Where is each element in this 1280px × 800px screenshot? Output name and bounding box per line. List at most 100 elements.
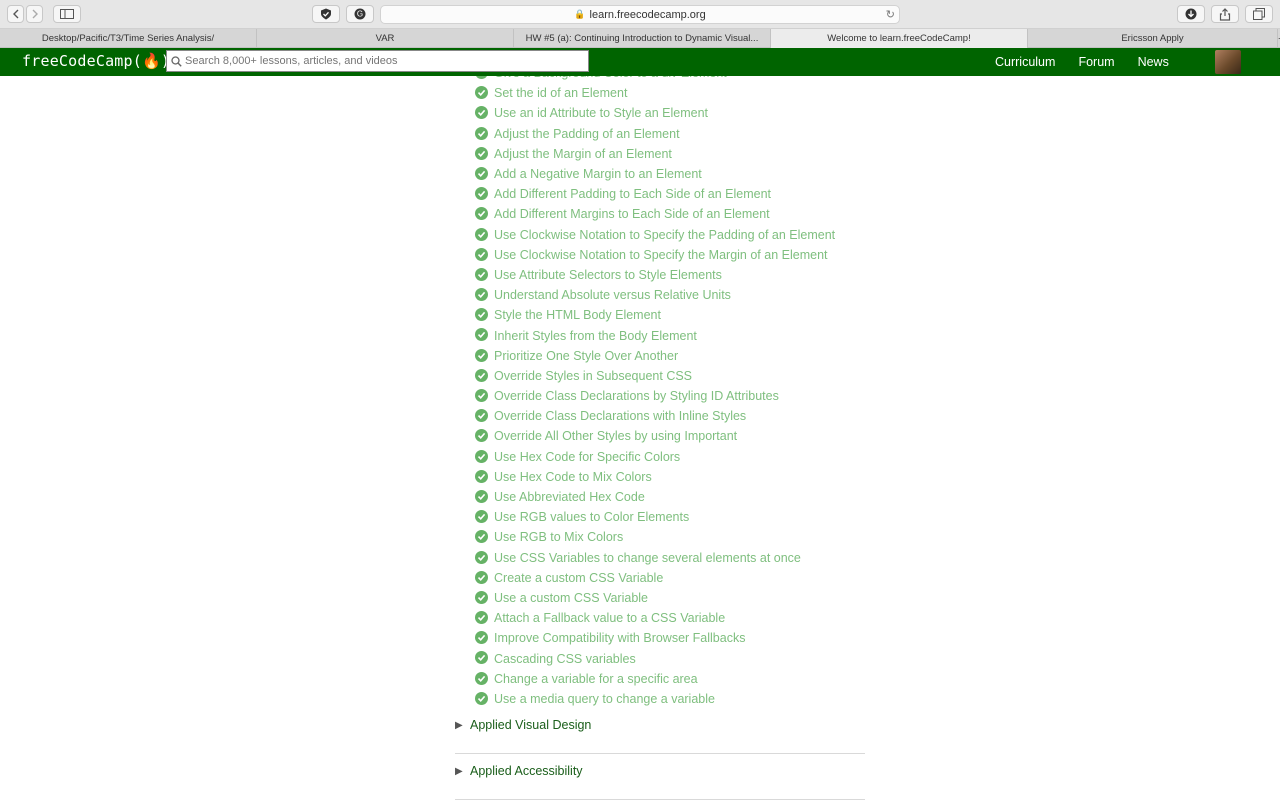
check-circle-icon xyxy=(475,126,488,140)
lesson-item: Set the id of an Element xyxy=(455,83,865,103)
lesson-link[interactable]: Add a Negative Margin to an Element xyxy=(494,167,702,181)
lesson-link[interactable]: Use RGB to Mix Colors xyxy=(494,530,623,544)
lesson-link[interactable]: Use Hex Code for Specific Colors xyxy=(494,450,680,464)
check-circle-icon xyxy=(475,348,488,362)
sidebar-toggle-button[interactable] xyxy=(53,5,81,23)
grammarly-extension-button[interactable]: G xyxy=(346,5,374,23)
lesson-link[interactable]: Use RGB values to Color Elements xyxy=(494,510,689,524)
curriculum-content: Give a Background Color to a div Element… xyxy=(455,76,865,800)
tab-freecodecamp[interactable]: Welcome to learn.freeCodeCamp! xyxy=(771,29,1028,48)
download-icon xyxy=(1185,8,1197,20)
lesson-link[interactable]: Use Clockwise Notation to Specify the Ma… xyxy=(494,248,828,262)
expand-triangle-icon: ▶ xyxy=(455,720,463,731)
reload-icon[interactable]: ↻ xyxy=(886,8,895,21)
tab-label: Ericsson Apply xyxy=(1121,33,1184,44)
back-button[interactable] xyxy=(7,5,24,23)
tab-strip: Desktop/Pacific/T3/Time Series Analysis/… xyxy=(0,29,1280,48)
tab-time-series[interactable]: Desktop/Pacific/T3/Time Series Analysis/ xyxy=(0,29,257,48)
check-circle-icon xyxy=(475,691,488,705)
section-label[interactable]: Applied Accessibility xyxy=(470,764,583,778)
lesson-link[interactable]: Use Abbreviated Hex Code xyxy=(494,490,645,504)
lesson-link[interactable]: Use Hex Code to Mix Colors xyxy=(494,470,652,484)
nav-link-news[interactable]: News xyxy=(1138,55,1169,69)
section-applied-visual-design[interactable]: ▶ Applied Visual Design xyxy=(455,708,865,754)
lesson-link[interactable]: Override Styles in Subsequent CSS xyxy=(494,369,692,383)
share-button[interactable] xyxy=(1211,5,1239,23)
lesson-link[interactable]: Adjust the Padding of an Element xyxy=(494,127,680,141)
check-circle-icon xyxy=(475,368,488,382)
lesson-link[interactable]: Inherit Styles from the Body Element xyxy=(494,329,697,343)
tabs-overview-button[interactable] xyxy=(1245,5,1273,23)
check-circle-icon xyxy=(475,651,488,665)
nav-link-forum[interactable]: Forum xyxy=(1078,55,1114,69)
lesson-link[interactable]: Add Different Padding to Each Side of an… xyxy=(494,187,771,201)
lesson-item: Add Different Margins to Each Side of an… xyxy=(455,204,865,224)
check-circle-icon xyxy=(475,530,488,544)
check-circle-icon xyxy=(475,489,488,503)
lesson-link[interactable]: Create a custom CSS Variable xyxy=(494,571,663,585)
lesson-link[interactable]: Override Class Declarations with Inline … xyxy=(494,409,746,423)
lesson-item: Use RGB values to Color Elements xyxy=(455,507,865,527)
lesson-item: Use Clockwise Notation to Specify the Pa… xyxy=(455,225,865,245)
search-box[interactable] xyxy=(166,50,589,72)
check-circle-icon xyxy=(475,86,488,100)
lesson-link[interactable]: Improve Compatibility with Browser Fallb… xyxy=(494,631,745,645)
lesson-link[interactable]: Override All Other Styles by using Impor… xyxy=(494,429,737,443)
check-circle-icon xyxy=(475,146,488,160)
tab-label: HW #5 (a): Continuing Introduction to Dy… xyxy=(525,33,759,44)
search-input[interactable] xyxy=(185,55,575,67)
lesson-link[interactable]: Use a media query to change a variable xyxy=(494,692,715,706)
check-circle-icon xyxy=(475,550,488,564)
lesson-link[interactable]: Attach a Fallback value to a CSS Variabl… xyxy=(494,611,725,625)
section-label[interactable]: Applied Visual Design xyxy=(470,718,591,732)
url-text: learn.freecodecamp.org xyxy=(589,8,706,21)
lesson-link[interactable]: Use Attribute Selectors to Style Element… xyxy=(494,268,722,282)
address-bar[interactable]: 🔒 learn.freecodecamp.org ↻ xyxy=(380,5,900,24)
lesson-link[interactable]: Set the id of an Element xyxy=(494,86,627,100)
check-circle-icon xyxy=(475,166,488,180)
lesson-item: Adjust the Padding of an Element xyxy=(455,124,865,144)
check-circle-icon xyxy=(475,409,488,423)
lesson-link[interactable]: Use a custom CSS Variable xyxy=(494,591,648,605)
lesson-link[interactable]: Style the HTML Body Element xyxy=(494,308,661,322)
check-circle-icon xyxy=(475,288,488,302)
chevron-left-icon xyxy=(12,9,18,19)
lesson-item: Use a custom CSS Variable xyxy=(455,588,865,608)
lesson-link[interactable]: Cascading CSS variables xyxy=(494,652,636,666)
downloads-button[interactable] xyxy=(1177,5,1205,23)
lesson-item: Add Different Padding to Each Side of an… xyxy=(455,184,865,204)
tab-ericsson[interactable]: Ericsson Apply xyxy=(1028,29,1278,48)
lesson-item: Cascading CSS variables xyxy=(455,648,865,668)
lesson-link[interactable]: Use Clockwise Notation to Specify the Pa… xyxy=(494,228,835,242)
lesson-link[interactable]: Override Class Declarations by Styling I… xyxy=(494,389,779,403)
section-applied-accessibility[interactable]: ▶ Applied Accessibility xyxy=(455,754,865,800)
tab-hw5[interactable]: HW #5 (a): Continuing Introduction to Dy… xyxy=(514,29,771,48)
check-circle-icon xyxy=(475,328,488,342)
nav-link-curriculum[interactable]: Curriculum xyxy=(995,55,1055,69)
lesson-list: Give a Background Color to a div Element… xyxy=(455,76,865,709)
lesson-link[interactable]: Prioritize One Style Over Another xyxy=(494,349,678,363)
avatar[interactable] xyxy=(1215,50,1241,74)
browser-toolbar: G 🔒 learn.freecodecamp.org ↻ xyxy=(0,0,1280,29)
check-circle-icon xyxy=(475,449,488,463)
forward-button[interactable] xyxy=(26,5,43,23)
tab-var[interactable]: VAR xyxy=(257,29,514,48)
lesson-item: Use RGB to Mix Colors xyxy=(455,527,865,547)
lesson-link[interactable]: Give a Background Color to a div Element xyxy=(494,76,727,80)
lesson-link[interactable]: Use an id Attribute to Style an Element xyxy=(494,106,708,120)
lesson-item: Inherit Styles from the Body Element xyxy=(455,325,865,345)
lesson-link[interactable]: Understand Absolute versus Relative Unit… xyxy=(494,288,731,302)
lesson-item: Style the HTML Body Element xyxy=(455,305,865,325)
lesson-item: Use CSS Variables to change several elem… xyxy=(455,548,865,568)
lesson-link[interactable]: Add Different Margins to Each Side of an… xyxy=(494,207,770,221)
tab-label: Welcome to learn.freeCodeCamp! xyxy=(827,33,971,44)
lesson-link[interactable]: Use CSS Variables to change several elem… xyxy=(494,551,801,565)
shield-extension-button[interactable] xyxy=(312,5,340,23)
fcc-logo[interactable]: freeCodeCamp(🔥) xyxy=(22,52,170,70)
check-circle-icon xyxy=(475,590,488,604)
lesson-link[interactable]: Adjust the Margin of an Element xyxy=(494,147,672,161)
lesson-link[interactable]: Change a variable for a specific area xyxy=(494,672,698,686)
lesson-item: Use a media query to change a variable xyxy=(455,689,865,709)
site-navbar: freeCodeCamp(🔥) Curriculum Forum News xyxy=(0,48,1280,76)
lesson-item: Prioritize One Style Over Another xyxy=(455,346,865,366)
